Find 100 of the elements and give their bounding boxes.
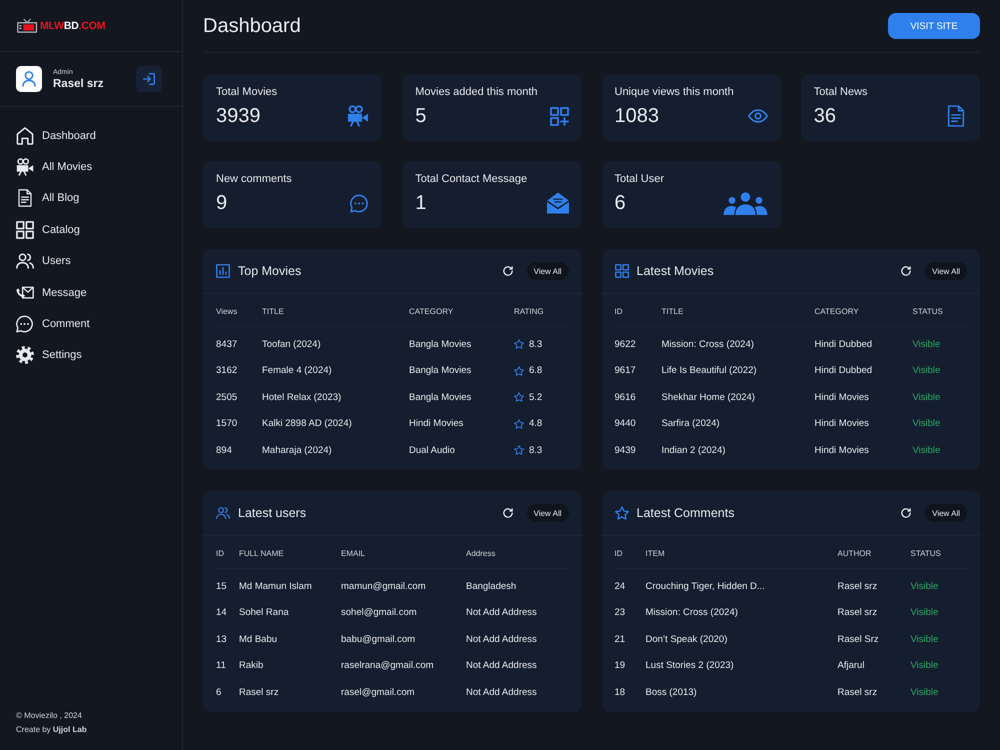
column-header: RATING [514,306,544,316]
grid-plus-icon [550,106,568,126]
stat-label: Total Movies [216,86,278,99]
table-cell: Bangla Movies [409,365,472,376]
table-cell: rasel@gmail.com [341,686,415,698]
table-cell: Afjarul [838,660,864,672]
grid-icon [16,220,34,239]
stat-label: Movies added this month [415,86,538,99]
document-icon [16,189,34,208]
user-name: Rasel srz [53,78,104,90]
refresh-icon[interactable] [502,508,513,518]
column-header: AUTHOR [838,548,872,558]
table-cell: 9622 [614,338,636,350]
page-title: Dashboard [203,14,301,38]
status-text: Visible [910,580,938,592]
view-all-button[interactable]: View All [526,262,568,280]
status-text: Visible [910,686,938,698]
video-camera-icon [347,105,370,127]
column-header: ITEM [646,548,665,558]
stat-value: 5 [415,104,426,128]
table-cell: Rasel Srz [838,634,879,645]
nav-item[interactable]: Catalog [16,214,80,246]
table-cell: Dual Audio [409,444,455,456]
table-cell: 23 [614,607,626,618]
table-cell: Hotel Relax (2023) [262,392,342,403]
view-all-button[interactable]: View All [925,504,967,522]
nav-item[interactable]: All Movies [16,151,92,183]
column-header: ID [614,306,622,316]
nav-item[interactable]: Users [16,246,71,277]
refresh-icon[interactable] [502,266,513,276]
view-all-button[interactable]: View All [925,262,967,280]
table-cell: Not Add Address [466,686,537,698]
column-header: ID [614,548,622,558]
column-header: ID [216,548,224,558]
column-header: TITLE [262,306,284,316]
table-cell: Hindi Movies [409,418,464,430]
column-header: EMAIL [341,548,366,558]
tv-logo-icon [17,18,38,33]
column-header: Views [216,306,238,316]
table-cell: Rasel srz [838,607,878,618]
nav-item[interactable]: Comment [16,308,90,340]
stat-value: 6 [614,191,626,215]
table-cell: Kalki 2898 AD (2024) [262,418,352,430]
table-cell: Md Babu [239,634,278,645]
table-cell: Bangladesh [466,580,516,592]
table-cell: 9617 [614,365,636,376]
chat-bubble-icon [16,315,34,334]
nav-item[interactable]: Settings [16,340,82,372]
logout-button[interactable] [136,66,162,92]
table-cell: Not Add Address [466,634,537,645]
table-cell: Lust Stories 2 (2023) [646,660,734,672]
table-cell: 9440 [614,418,636,430]
logo-text[interactable]: MLWBD.COM [40,20,106,32]
star-icon [514,392,524,402]
refresh-icon[interactable] [901,266,912,276]
panel-title: Top Movies [238,264,302,278]
stat-label: Total News [814,86,868,99]
home-icon [16,126,34,145]
table-cell: Mission: Cross (2024) [662,338,754,350]
table-cell: Mission: Cross (2024) [646,607,738,618]
column-header: FULL NAME [239,548,284,558]
document-icon [945,105,967,127]
table-cell: Rakib [239,660,264,672]
table-cell: Bangla Movies [409,338,472,350]
table-cell: Not Add Address [466,660,537,672]
footer-text: © Moviezilo , 2024 [16,710,82,722]
stat-label: New comments [216,173,292,186]
table-cell: Hindi Dubbed [814,365,872,376]
visit-site-button[interactable]: VISIT SITE [888,13,980,39]
video-camera-icon [16,158,34,176]
stat-value: 1083 [614,104,659,128]
table-cell: Hindi Movies [814,418,869,430]
nav-item[interactable]: Dashboard [16,120,96,152]
user-avatar-icon [16,66,42,92]
table-cell: 18 [614,686,626,698]
table-cell: mamun@gmail.com [341,580,426,592]
table-cell: 1570 [216,418,238,430]
status-text: Visible [912,418,940,430]
table-cell: Sohel Rana [239,607,289,618]
table-cell: Not Add Address [466,607,537,618]
column-header: STATUS [912,306,943,316]
nav-item[interactable]: Message [16,276,87,308]
open-envelope-icon [546,192,568,214]
status-text: Visible [912,444,940,456]
door-arrow-icon [143,73,155,85]
table-cell: 6 [216,686,222,698]
table-cell: Crouching Tiger, Hidden D... [646,580,765,592]
stat-label: Total User [614,173,664,186]
status-text: Visible [910,607,938,618]
nav-item[interactable]: All Blog [16,182,80,214]
column-header: Address [466,548,496,558]
refresh-icon[interactable] [901,508,912,518]
table-cell: 8437 [216,338,238,350]
table-cell: 19 [614,660,626,672]
view-all-button[interactable]: View All [526,504,568,522]
bar-chart-icon [216,264,230,278]
column-header: CATEGORY [409,306,454,316]
settings-icon [16,346,34,364]
status-text: Visible [912,392,940,403]
column-header: TITLE [662,306,684,316]
